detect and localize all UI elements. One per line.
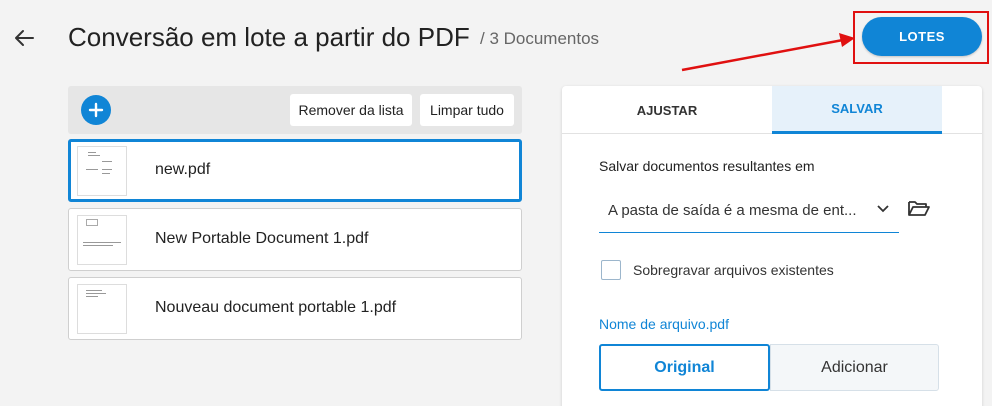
lotes-button[interactable]: LOTES bbox=[862, 17, 982, 56]
pdf-thumbnail bbox=[77, 146, 127, 196]
file-name: new.pdf bbox=[155, 161, 211, 178]
file-name: New Portable Document 1.pdf bbox=[155, 230, 369, 247]
chevron-down-icon bbox=[877, 205, 889, 213]
remove-from-list-button[interactable]: Remover da lista bbox=[290, 94, 412, 126]
settings-tabs: AJUSTAR SALVAR bbox=[562, 86, 982, 134]
clear-all-button[interactable]: Limpar tudo bbox=[420, 94, 514, 126]
tab-adjust[interactable]: AJUSTAR bbox=[562, 86, 772, 134]
filename-label: Nome de arquivo.pdf bbox=[599, 316, 729, 332]
overwrite-checkbox[interactable] bbox=[601, 260, 621, 280]
page-title: Conversão em lote a partir do PDF bbox=[68, 22, 470, 52]
folder-open-icon[interactable] bbox=[907, 198, 933, 220]
pdf-thumbnail bbox=[77, 215, 127, 265]
filename-original-option[interactable]: Original bbox=[599, 344, 770, 391]
document-count: / 3 Documentos bbox=[480, 29, 600, 48]
filename-add-option[interactable]: Adicionar bbox=[770, 344, 939, 391]
file-list-item[interactable]: new.pdf bbox=[68, 139, 522, 202]
file-list-item[interactable]: Nouveau document portable 1.pdf bbox=[68, 277, 522, 340]
output-folder-value: A pasta de saída é a mesma de ent... bbox=[608, 202, 857, 219]
file-list-item[interactable]: New Portable Document 1.pdf bbox=[68, 208, 522, 271]
tab-save[interactable]: SALVAR bbox=[772, 86, 942, 134]
output-folder-select[interactable]: A pasta de saída é a mesma de ent... bbox=[599, 187, 899, 233]
file-name: Nouveau document portable 1.pdf bbox=[155, 299, 397, 316]
file-list-toolbar: Remover da lista Limpar tudo bbox=[68, 86, 522, 134]
plus-icon bbox=[88, 102, 104, 118]
add-file-button[interactable] bbox=[81, 95, 111, 125]
back-arrow-icon[interactable] bbox=[10, 24, 38, 52]
save-location-label: Salvar documentos resultantes em bbox=[599, 158, 815, 174]
annotation-arrow bbox=[681, 33, 855, 72]
settings-panel: AJUSTAR SALVAR Salvar documentos resulta… bbox=[562, 86, 982, 406]
overwrite-label: Sobregravar arquivos existentes bbox=[633, 262, 834, 278]
pdf-thumbnail bbox=[77, 284, 127, 334]
